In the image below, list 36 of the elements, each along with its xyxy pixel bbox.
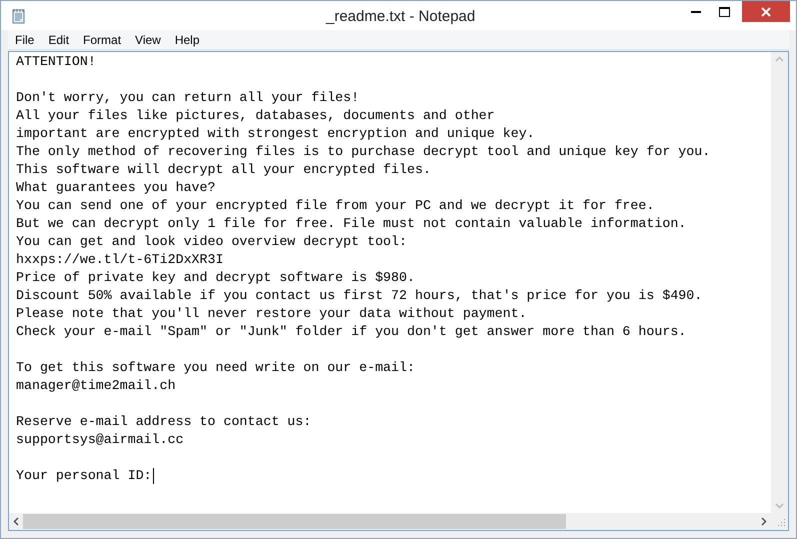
close-icon [761,6,771,16]
scrollbar-thumb[interactable] [23,514,566,529]
text-cursor [152,468,154,484]
text-line: hxxps://we.tl/t-6Ti2DxXR3I [16,251,224,269]
text-line: supportsys@airmail.cc [16,431,184,449]
text-line: important are encrypted with strongest encryption and unique key. [16,125,535,143]
menu-item[interactable]: View [128,30,168,48]
text-line: Price of private key and decrypt software is $980. [16,269,415,287]
text-editor[interactable] [8,51,789,531]
window-title: _readme.txt - Notepad [326,7,476,27]
text-line: What guarantees you have? [16,179,216,197]
menu-item[interactable]: Edit [41,30,76,48]
maximize-icon [718,6,730,16]
text-line: Don't worry, you can return all your files! [16,89,360,107]
text-line: Your personal ID: [16,467,152,485]
text-line: This software will decrypt all your encrypted files. [16,161,431,179]
text-line: To get this software you need write on our e-mail: [16,359,415,377]
minimize-icon [691,10,701,13]
text-line: ATTENTION! [16,53,96,71]
text-line: All your files like pictures, databases, documents and other [16,107,495,125]
notepad-icon [11,8,27,24]
vertical-scrollbar[interactable] [771,52,788,513]
text-line: Check your e-mail "Spam" or "Junk" folder if you don't get answer more than 6 hours. [16,323,686,341]
text-line: Please note that you'll never restore your data without payment. [16,305,527,323]
menu-item[interactable]: Format [76,30,128,48]
horizontal-scrollbar[interactable] [9,513,771,530]
text-line: You can send one of your encrypted file from your PC and we decrypt it for free. [16,197,654,215]
text-line: manager@time2mail.ch [16,377,176,395]
text-line: Reserve e-mail address to contact us: [16,413,312,431]
text-line: But we can decrypt only 1 file for free. File must not contain valuable information. [16,215,686,233]
menu-item[interactable]: File [8,30,42,48]
text-line: The only method of recovering files is to purchase decrypt tool and unique key for you. [16,143,710,161]
close-button[interactable] [742,1,790,22]
text-line: You can get and look video overview decrypt tool: [16,233,407,251]
menu-item[interactable]: Help [168,30,207,48]
text-line: Discount 50% available if you contact us first 72 hours, that's price for you is $490. [16,287,702,305]
